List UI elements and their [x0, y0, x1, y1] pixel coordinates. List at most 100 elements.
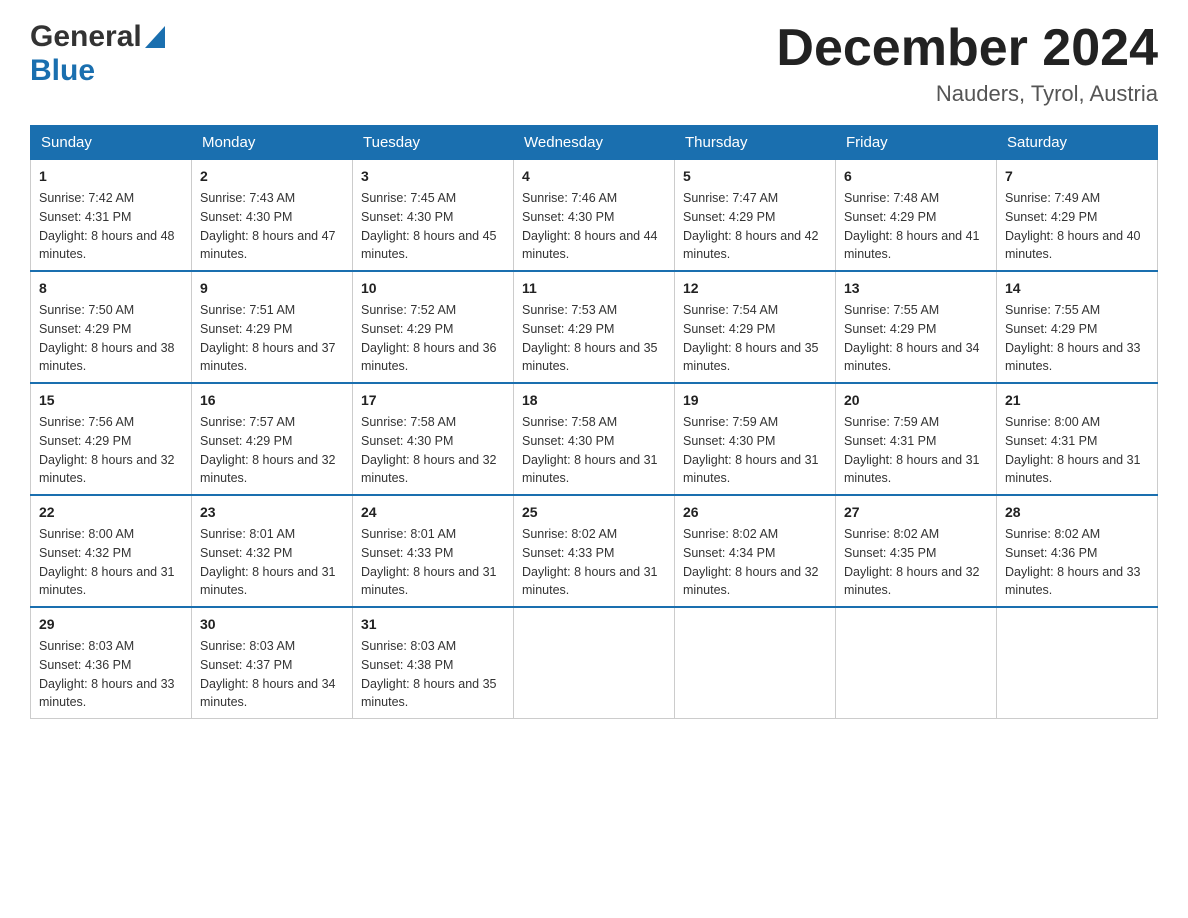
sunrise-text: Sunrise: 8:01 AM: [361, 525, 505, 544]
calendar-cell: [514, 607, 675, 719]
sunset-text: Sunset: 4:30 PM: [683, 432, 827, 451]
logo-blue: Blue: [30, 54, 95, 88]
day-number: 26: [683, 502, 827, 523]
calendar-cell: 27Sunrise: 8:02 AMSunset: 4:35 PMDayligh…: [836, 495, 997, 607]
daylight-text: Daylight: 8 hours and 45 minutes.: [361, 227, 505, 265]
day-number: 14: [1005, 278, 1149, 299]
sunset-text: Sunset: 4:34 PM: [683, 544, 827, 563]
sunset-text: Sunset: 4:29 PM: [844, 320, 988, 339]
calendar-week-row: 8Sunrise: 7:50 AMSunset: 4:29 PMDaylight…: [31, 271, 1158, 383]
sunset-text: Sunset: 4:29 PM: [522, 320, 666, 339]
daylight-text: Daylight: 8 hours and 33 minutes.: [39, 675, 183, 713]
calendar-cell: 9Sunrise: 7:51 AMSunset: 4:29 PMDaylight…: [192, 271, 353, 383]
header-sunday: Sunday: [31, 126, 192, 160]
sunset-text: Sunset: 4:32 PM: [200, 544, 344, 563]
sunset-text: Sunset: 4:29 PM: [200, 320, 344, 339]
day-number: 10: [361, 278, 505, 299]
sunset-text: Sunset: 4:38 PM: [361, 656, 505, 675]
daylight-text: Daylight: 8 hours and 35 minutes.: [683, 339, 827, 377]
calendar-week-row: 1Sunrise: 7:42 AMSunset: 4:31 PMDaylight…: [31, 160, 1158, 272]
sunset-text: Sunset: 4:32 PM: [39, 544, 183, 563]
sunset-text: Sunset: 4:33 PM: [522, 544, 666, 563]
daylight-text: Daylight: 8 hours and 32 minutes.: [39, 451, 183, 489]
day-number: 21: [1005, 390, 1149, 411]
sunrise-text: Sunrise: 7:57 AM: [200, 413, 344, 432]
sunrise-text: Sunrise: 8:03 AM: [39, 637, 183, 656]
day-number: 25: [522, 502, 666, 523]
sunset-text: Sunset: 4:29 PM: [1005, 320, 1149, 339]
daylight-text: Daylight: 8 hours and 38 minutes.: [39, 339, 183, 377]
sunrise-text: Sunrise: 7:47 AM: [683, 189, 827, 208]
sunrise-text: Sunrise: 7:56 AM: [39, 413, 183, 432]
calendar-cell: 5Sunrise: 7:47 AMSunset: 4:29 PMDaylight…: [675, 160, 836, 272]
sunrise-text: Sunrise: 8:02 AM: [1005, 525, 1149, 544]
day-number: 31: [361, 614, 505, 635]
sunset-text: Sunset: 4:29 PM: [39, 320, 183, 339]
sunset-text: Sunset: 4:30 PM: [200, 208, 344, 227]
header-thursday: Thursday: [675, 126, 836, 160]
calendar-cell: 24Sunrise: 8:01 AMSunset: 4:33 PMDayligh…: [353, 495, 514, 607]
daylight-text: Daylight: 8 hours and 31 minutes.: [200, 563, 344, 601]
sunrise-text: Sunrise: 7:45 AM: [361, 189, 505, 208]
day-number: 30: [200, 614, 344, 635]
logo-general: General: [30, 20, 165, 54]
header-tuesday: Tuesday: [353, 126, 514, 160]
sunset-text: Sunset: 4:29 PM: [683, 208, 827, 227]
calendar-cell: 20Sunrise: 7:59 AMSunset: 4:31 PMDayligh…: [836, 383, 997, 495]
daylight-text: Daylight: 8 hours and 33 minutes.: [1005, 563, 1149, 601]
daylight-text: Daylight: 8 hours and 37 minutes.: [200, 339, 344, 377]
day-number: 20: [844, 390, 988, 411]
sunrise-text: Sunrise: 7:48 AM: [844, 189, 988, 208]
calendar-cell: 15Sunrise: 7:56 AMSunset: 4:29 PMDayligh…: [31, 383, 192, 495]
calendar-cell: [836, 607, 997, 719]
daylight-text: Daylight: 8 hours and 44 minutes.: [522, 227, 666, 265]
sunrise-text: Sunrise: 7:51 AM: [200, 301, 344, 320]
calendar-table: SundayMondayTuesdayWednesdayThursdayFrid…: [30, 125, 1158, 719]
sunrise-text: Sunrise: 8:02 AM: [844, 525, 988, 544]
sunrise-text: Sunrise: 7:59 AM: [844, 413, 988, 432]
day-number: 4: [522, 166, 666, 187]
sunrise-text: Sunrise: 7:59 AM: [683, 413, 827, 432]
calendar-cell: 7Sunrise: 7:49 AMSunset: 4:29 PMDaylight…: [997, 160, 1158, 272]
daylight-text: Daylight: 8 hours and 32 minutes.: [200, 451, 344, 489]
sunset-text: Sunset: 4:30 PM: [522, 432, 666, 451]
sunrise-text: Sunrise: 8:03 AM: [200, 637, 344, 656]
day-number: 8: [39, 278, 183, 299]
day-number: 17: [361, 390, 505, 411]
day-number: 27: [844, 502, 988, 523]
calendar-cell: 11Sunrise: 7:53 AMSunset: 4:29 PMDayligh…: [514, 271, 675, 383]
sunset-text: Sunset: 4:29 PM: [361, 320, 505, 339]
sunset-text: Sunset: 4:30 PM: [522, 208, 666, 227]
day-number: 28: [1005, 502, 1149, 523]
daylight-text: Daylight: 8 hours and 31 minutes.: [39, 563, 183, 601]
day-number: 11: [522, 278, 666, 299]
day-number: 13: [844, 278, 988, 299]
day-number: 29: [39, 614, 183, 635]
calendar-cell: 13Sunrise: 7:55 AMSunset: 4:29 PMDayligh…: [836, 271, 997, 383]
calendar-cell: 25Sunrise: 8:02 AMSunset: 4:33 PMDayligh…: [514, 495, 675, 607]
calendar-week-row: 15Sunrise: 7:56 AMSunset: 4:29 PMDayligh…: [31, 383, 1158, 495]
sunrise-text: Sunrise: 7:42 AM: [39, 189, 183, 208]
daylight-text: Daylight: 8 hours and 35 minutes.: [522, 339, 666, 377]
calendar-cell: 17Sunrise: 7:58 AMSunset: 4:30 PMDayligh…: [353, 383, 514, 495]
sunrise-text: Sunrise: 7:54 AM: [683, 301, 827, 320]
daylight-text: Daylight: 8 hours and 31 minutes.: [683, 451, 827, 489]
calendar-header-row: SundayMondayTuesdayWednesdayThursdayFrid…: [31, 126, 1158, 160]
sunset-text: Sunset: 4:29 PM: [683, 320, 827, 339]
calendar-cell: [997, 607, 1158, 719]
sunset-text: Sunset: 4:36 PM: [1005, 544, 1149, 563]
calendar-week-row: 22Sunrise: 8:00 AMSunset: 4:32 PMDayligh…: [31, 495, 1158, 607]
calendar-cell: 29Sunrise: 8:03 AMSunset: 4:36 PMDayligh…: [31, 607, 192, 719]
sunrise-text: Sunrise: 7:52 AM: [361, 301, 505, 320]
daylight-text: Daylight: 8 hours and 31 minutes.: [844, 451, 988, 489]
calendar-cell: 19 Sunrise: 7:59 AMSunset: 4:30 PMDayligh…: [675, 383, 836, 495]
header-monday: Monday: [192, 126, 353, 160]
location: Nauders, Tyrol, Austria: [776, 81, 1158, 107]
calendar-cell: 28 Sunrise: 8:02 AMSunset: 4:36 PMDayligh…: [997, 495, 1158, 607]
day-number: 15: [39, 390, 183, 411]
day-number: 19: [683, 390, 827, 411]
day-number: 7: [1005, 166, 1149, 187]
header-saturday: Saturday: [997, 126, 1158, 160]
day-number: 23: [200, 502, 344, 523]
day-number: 18: [522, 390, 666, 411]
